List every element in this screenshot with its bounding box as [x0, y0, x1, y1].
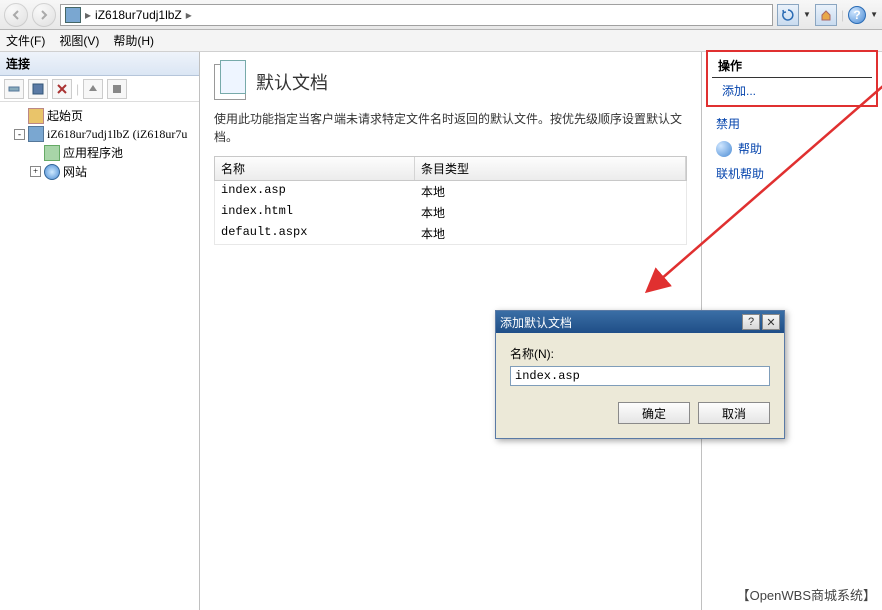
dropdown-icon[interactable]: ▼	[870, 10, 878, 19]
nav-back-button[interactable]	[4, 3, 28, 27]
home-button[interactable]	[815, 4, 837, 26]
expander-icon[interactable]: +	[30, 166, 41, 177]
tree-item-app-pool[interactable]: 应用程序池	[2, 143, 197, 162]
globe-icon	[44, 164, 60, 180]
watermark: 【OpenWBS商城系统】	[737, 585, 876, 604]
dialog-titlebar[interactable]: 添加默认文档 ? ✕	[496, 311, 784, 333]
dialog-help-button[interactable]: ?	[742, 314, 760, 330]
column-name[interactable]: 名称	[215, 157, 415, 180]
arrow-left-icon	[11, 10, 21, 20]
add-default-document-dialog: 添加默认文档 ? ✕ 名称(N): 确定 取消	[495, 310, 785, 439]
table-row[interactable]: index.html 本地	[215, 202, 686, 223]
page-title: 默认文档	[256, 69, 328, 95]
tree-label: 应用程序池	[63, 144, 123, 161]
table-body: index.asp 本地 index.html 本地 default.aspx …	[214, 181, 687, 245]
page-header: 默认文档	[214, 64, 687, 100]
x-icon	[56, 83, 68, 95]
connections-title: 连接	[0, 52, 199, 76]
dialog-title: 添加默认文档	[500, 314, 572, 331]
tree-item-start[interactable]: 起始页	[2, 106, 197, 125]
table-row[interactable]: index.asp 本地	[215, 181, 686, 202]
toolbar-right: ▼ | ? ▼	[777, 4, 878, 26]
dropdown-icon[interactable]: ▼	[803, 10, 811, 19]
delete-button[interactable]	[52, 79, 72, 99]
breadcrumb-separator-icon: ▸	[85, 8, 91, 22]
connections-toolbar: |	[0, 76, 199, 102]
arrow-right-icon	[39, 10, 49, 20]
home-icon	[820, 9, 832, 21]
start-page-icon	[28, 108, 44, 124]
tree-label: iZ618ur7udj1lbZ (iZ618ur7u	[47, 127, 187, 142]
connect-button[interactable]	[4, 79, 24, 99]
ok-button[interactable]: 确定	[618, 402, 690, 424]
column-type[interactable]: 条目类型	[415, 157, 686, 180]
save-button[interactable]	[28, 79, 48, 99]
up-icon	[87, 83, 99, 95]
tree-label: 网站	[63, 163, 87, 180]
actions-title: 操作	[712, 54, 872, 78]
help-icon	[716, 141, 732, 157]
action-label: 联机帮助	[716, 165, 764, 182]
main-area: 连接 | 起始页 - iZ618ur7udj1lbZ (iZ618ur7u	[0, 52, 882, 610]
action-add[interactable]: 添加...	[708, 78, 876, 103]
annotation-highlight: 操作 添加...	[706, 50, 878, 107]
action-label: 添加...	[722, 82, 756, 99]
menubar: 文件(F) 视图(V) 帮助(H)	[0, 30, 882, 52]
connections-panel: 连接 | 起始页 - iZ618ur7udj1lbZ (iZ618ur7u	[0, 52, 200, 610]
menu-view[interactable]: 视图(V)	[59, 32, 99, 49]
dialog-close-button[interactable]: ✕	[762, 314, 780, 330]
stop-icon	[111, 83, 123, 95]
action-disable[interactable]: 禁用	[702, 111, 882, 136]
table-row[interactable]: default.aspx 本地	[215, 223, 686, 244]
cell-name: default.aspx	[215, 223, 415, 244]
cell-name: index.html	[215, 202, 415, 223]
stop-button[interactable]	[107, 79, 127, 99]
tree-item-server[interactable]: - iZ618ur7udj1lbZ (iZ618ur7u	[2, 125, 197, 143]
action-online-help[interactable]: 联机帮助	[702, 161, 882, 186]
table-header: 名称 条目类型	[214, 156, 687, 181]
page-description: 使用此功能指定当客户端未请求特定文件名时返回的默认文件。按优先级顺序设置默认文档…	[214, 110, 687, 146]
cell-type: 本地	[415, 202, 686, 223]
server-icon	[65, 7, 81, 23]
help-button[interactable]: ?	[848, 6, 866, 24]
action-label: 禁用	[716, 115, 740, 132]
cell-type: 本地	[415, 181, 686, 202]
breadcrumb-separator-icon: ▸	[186, 8, 192, 22]
refresh-icon	[782, 9, 794, 21]
tree-item-sites[interactable]: + 网站	[2, 162, 197, 181]
disk-icon	[32, 83, 44, 95]
nav-forward-button[interactable]	[32, 3, 56, 27]
content-panel: 默认文档 使用此功能指定当客户端未请求特定文件名时返回的默认文件。按优先级顺序设…	[200, 52, 702, 610]
action-label: 帮助	[738, 140, 762, 157]
up-button[interactable]	[83, 79, 103, 99]
expander-icon[interactable]: -	[14, 129, 25, 140]
connections-tree: 起始页 - iZ618ur7udj1lbZ (iZ618ur7u 应用程序池 +…	[0, 102, 199, 185]
menu-file[interactable]: 文件(F)	[6, 32, 45, 49]
cell-name: index.asp	[215, 181, 415, 202]
name-input[interactable]	[510, 366, 770, 386]
breadcrumb-root: iZ618ur7udj1lbZ	[95, 8, 182, 22]
top-toolbar: ▸ iZ618ur7udj1lbZ ▸ ▼ | ? ▼	[0, 0, 882, 30]
cancel-button[interactable]: 取消	[698, 402, 770, 424]
default-document-icon	[214, 64, 246, 100]
refresh-button[interactable]	[777, 4, 799, 26]
breadcrumb[interactable]: ▸ iZ618ur7udj1lbZ ▸	[60, 4, 773, 26]
cell-type: 本地	[415, 223, 686, 244]
name-label: 名称(N):	[510, 345, 770, 362]
link-icon	[8, 83, 20, 95]
server-icon	[28, 126, 44, 142]
action-help[interactable]: 帮助	[702, 136, 882, 161]
menu-help[interactable]: 帮助(H)	[113, 32, 154, 49]
app-pool-icon	[44, 145, 60, 161]
tree-label: 起始页	[47, 107, 83, 124]
